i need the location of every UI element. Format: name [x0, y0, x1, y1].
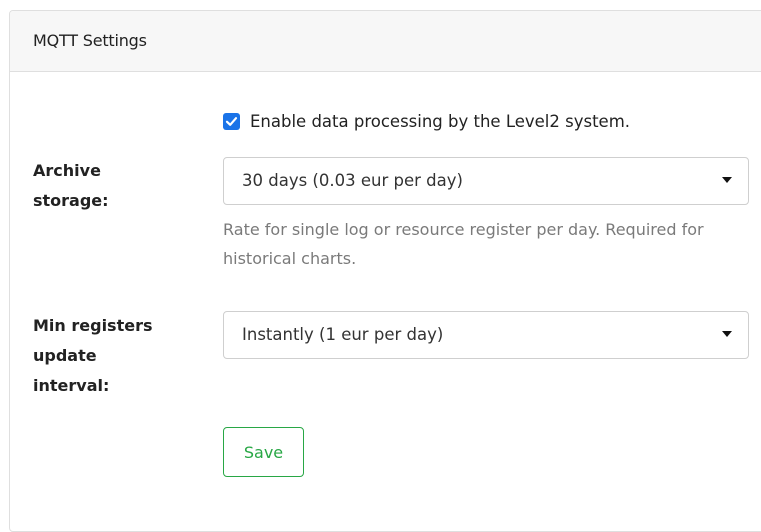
- archive-storage-label: Archive storage:: [33, 156, 109, 216]
- archive-storage-select[interactable]: 30 days (0.03 eur per day): [223, 157, 749, 205]
- enable-processing-checkbox[interactable]: [223, 112, 240, 130]
- update-interval-selected-value: Instantly (1 eur per day): [242, 325, 444, 344]
- update-interval-label-line2: update: [33, 346, 97, 365]
- chevron-down-icon: [722, 177, 732, 183]
- archive-storage-label-line1: Archive: [33, 161, 101, 180]
- enable-processing-row: Enable data processing by the Level2 sys…: [223, 110, 630, 132]
- archive-storage-selected-value: 30 days (0.03 eur per day): [242, 171, 463, 190]
- update-interval-label-line1: Min registers: [33, 316, 153, 335]
- update-interval-label: Min registers update interval:: [33, 311, 152, 401]
- chevron-down-icon: [722, 331, 732, 337]
- card-header: MQTT Settings: [10, 11, 761, 72]
- checkmark-icon: [225, 116, 238, 126]
- mqtt-settings-card: MQTT Settings Enable data processing by …: [9, 10, 761, 532]
- update-interval-select[interactable]: Instantly (1 eur per day): [223, 311, 749, 359]
- archive-storage-help-text: Rate for single log or resource register…: [223, 220, 704, 268]
- save-button[interactable]: Save: [223, 427, 304, 477]
- enable-processing-label[interactable]: Enable data processing by the Level2 sys…: [250, 112, 630, 131]
- card-title: MQTT Settings: [33, 31, 147, 50]
- update-interval-label-line3: interval:: [33, 376, 110, 395]
- archive-storage-label-line2: storage:: [33, 191, 109, 210]
